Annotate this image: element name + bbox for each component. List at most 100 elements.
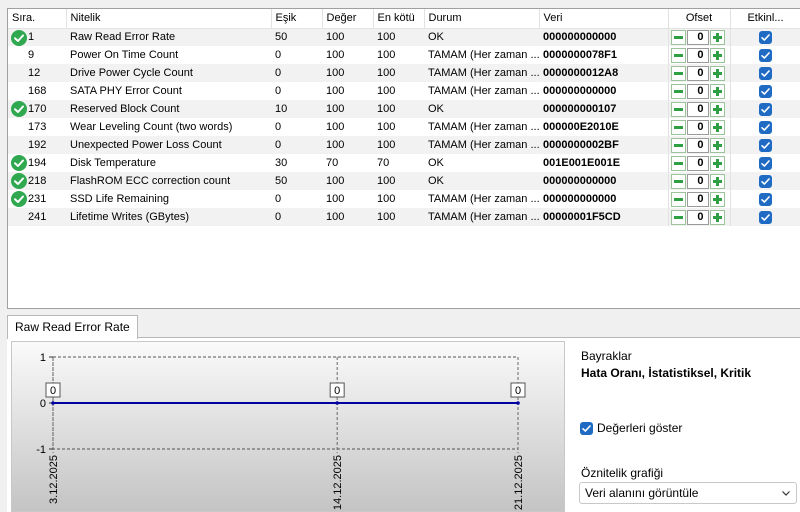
enabled-checkbox[interactable] (759, 48, 773, 62)
row-threshold: 0 (275, 193, 282, 205)
row-idx-cell: 12 (8, 64, 66, 82)
offset-value[interactable]: 0 (686, 29, 709, 45)
col-header-enabled[interactable]: Etkinl... (730, 9, 800, 29)
table-row[interactable]: 218 FlashROM ECC correction count 50 100… (8, 172, 800, 190)
data-label: 0 (515, 385, 521, 397)
plus-icon[interactable] (709, 101, 725, 117)
table-row[interactable]: 12 Drive Power Cycle Count 0 100 100 TAM… (8, 64, 800, 82)
enabled-checkbox[interactable] (759, 174, 773, 188)
offset-stepper: 0 (670, 119, 730, 135)
table-row[interactable]: 173 Wear Leveling Count (two words) 0 10… (8, 118, 800, 136)
table-row[interactable]: 194 Disk Temperature 30 70 70 OK 001E001… (8, 154, 800, 172)
data-label: 0 (50, 385, 56, 397)
row-threshold: 30 (275, 157, 288, 169)
plus-icon[interactable] (709, 191, 725, 207)
enabled-checkbox[interactable] (759, 84, 773, 98)
plus-icon[interactable] (709, 29, 725, 45)
plus-icon[interactable] (709, 173, 725, 189)
plus-icon[interactable] (709, 47, 725, 63)
plus-icon[interactable] (709, 119, 725, 135)
plus-icon[interactable] (709, 83, 725, 99)
check-circle-icon (11, 173, 27, 189)
offset-value[interactable]: 0 (686, 191, 709, 207)
tab-raw-read-error-rate[interactable]: Raw Read Error Rate (7, 315, 138, 339)
row-offset-cell: 0 (667, 118, 730, 136)
row-offset-cell: 0 (667, 208, 730, 226)
tab-strip: Raw Read Error Rate (0, 309, 800, 339)
minus-icon[interactable] (670, 137, 686, 153)
minus-icon[interactable] (670, 209, 686, 225)
col-header-idx[interactable]: Sıra. (8, 9, 67, 29)
checkmark-icon (761, 123, 771, 131)
attributes-grid: Sıra. Nitelik Eşik Değer En kötü Durum V… (8, 9, 800, 226)
row-idx: 218 (28, 175, 47, 187)
minus-icon[interactable] (670, 83, 686, 99)
row-value: 100 (326, 121, 345, 133)
enabled-checkbox[interactable] (759, 210, 773, 224)
offset-value[interactable]: 0 (686, 137, 709, 153)
show-values-checkbox[interactable] (580, 421, 593, 435)
offset-value[interactable]: 0 (686, 155, 709, 171)
minus-icon[interactable] (670, 29, 686, 45)
row-data: 000000000107 (539, 100, 668, 118)
show-values-toggle[interactable]: Değerleri göster (580, 421, 682, 435)
enabled-checkbox[interactable] (759, 156, 773, 170)
col-header-name[interactable]: Nitelik (66, 9, 272, 29)
col-header-status[interactable]: Durum (424, 9, 540, 29)
col-header-worst[interactable]: En kötü (373, 9, 425, 29)
row-worst: 100 (373, 28, 424, 46)
offset-value[interactable]: 0 (686, 209, 709, 225)
minus-icon[interactable] (670, 155, 686, 171)
check-circle-icon (11, 191, 27, 207)
checkmark-icon (582, 424, 591, 432)
table-row[interactable]: 9 Power On Time Count 0 100 100 TAMAM (H… (8, 46, 800, 64)
row-offset-cell: 0 (667, 190, 730, 208)
row-offset-cell: 0 (667, 28, 730, 46)
offset-value[interactable]: 0 (686, 65, 709, 81)
table-row[interactable]: 168 SATA PHY Error Count 0 100 100 TAMAM… (8, 82, 800, 100)
minus-icon[interactable] (670, 47, 686, 63)
enabled-checkbox[interactable] (759, 102, 773, 116)
row-threshold: 50 (271, 28, 322, 46)
table-row[interactable]: 241 Lifetime Writes (GBytes) 0 100 100 T… (8, 208, 800, 226)
offset-value[interactable]: 0 (686, 101, 709, 117)
row-threshold: 0 (271, 136, 322, 154)
enabled-checkbox[interactable] (759, 30, 773, 44)
offset-value[interactable]: 0 (686, 83, 709, 99)
col-header-data[interactable]: Veri (539, 9, 669, 29)
row-status: TAMAM (Her zaman ... (424, 136, 539, 154)
row-name: Drive Power Cycle Count (66, 64, 271, 82)
enabled-checkbox[interactable] (759, 66, 773, 80)
enabled-checkbox[interactable] (759, 120, 773, 134)
minus-icon[interactable] (670, 173, 686, 189)
col-header-value[interactable]: Değer (322, 9, 374, 29)
row-worst: 100 (373, 136, 424, 154)
enabled-checkbox[interactable] (759, 138, 773, 152)
row-idx-cell: 173 (8, 118, 66, 136)
row-enabled-cell (729, 118, 800, 136)
plus-icon[interactable] (709, 155, 725, 171)
row-status: OK (424, 100, 539, 118)
plus-icon[interactable] (709, 65, 725, 81)
data-label: 0 (334, 385, 340, 397)
offset-value[interactable]: 0 (686, 173, 709, 189)
offset-value[interactable]: 0 (686, 119, 709, 135)
row-value: 100 (326, 193, 345, 205)
plus-icon[interactable] (709, 137, 725, 153)
table-row[interactable]: 192 Unexpected Power Loss Count 0 100 10… (8, 136, 800, 154)
plus-icon[interactable] (709, 209, 725, 225)
col-header-offset[interactable]: Ofset (668, 9, 731, 29)
table-row[interactable]: 170 Reserved Block Count 10 100 100 OK 0… (8, 100, 800, 118)
col-header-threshold[interactable]: Eşik (271, 9, 323, 29)
enabled-checkbox[interactable] (759, 192, 773, 206)
table-row[interactable]: 1 Raw Read Error Rate 50 100 100 OK 0000… (8, 28, 800, 46)
row-data: 000000000000 (543, 85, 617, 97)
offset-value[interactable]: 0 (686, 47, 709, 63)
attribute-graph-select[interactable]: Veri alanını görüntüle (579, 482, 797, 504)
minus-icon[interactable] (670, 119, 686, 135)
minus-icon[interactable] (670, 191, 686, 207)
minus-icon[interactable] (670, 101, 686, 117)
table-row[interactable]: 231 SSD Life Remaining 0 100 100 TAMAM (… (8, 190, 800, 208)
minus-icon[interactable] (670, 65, 686, 81)
row-name: Reserved Block Count (66, 100, 271, 118)
